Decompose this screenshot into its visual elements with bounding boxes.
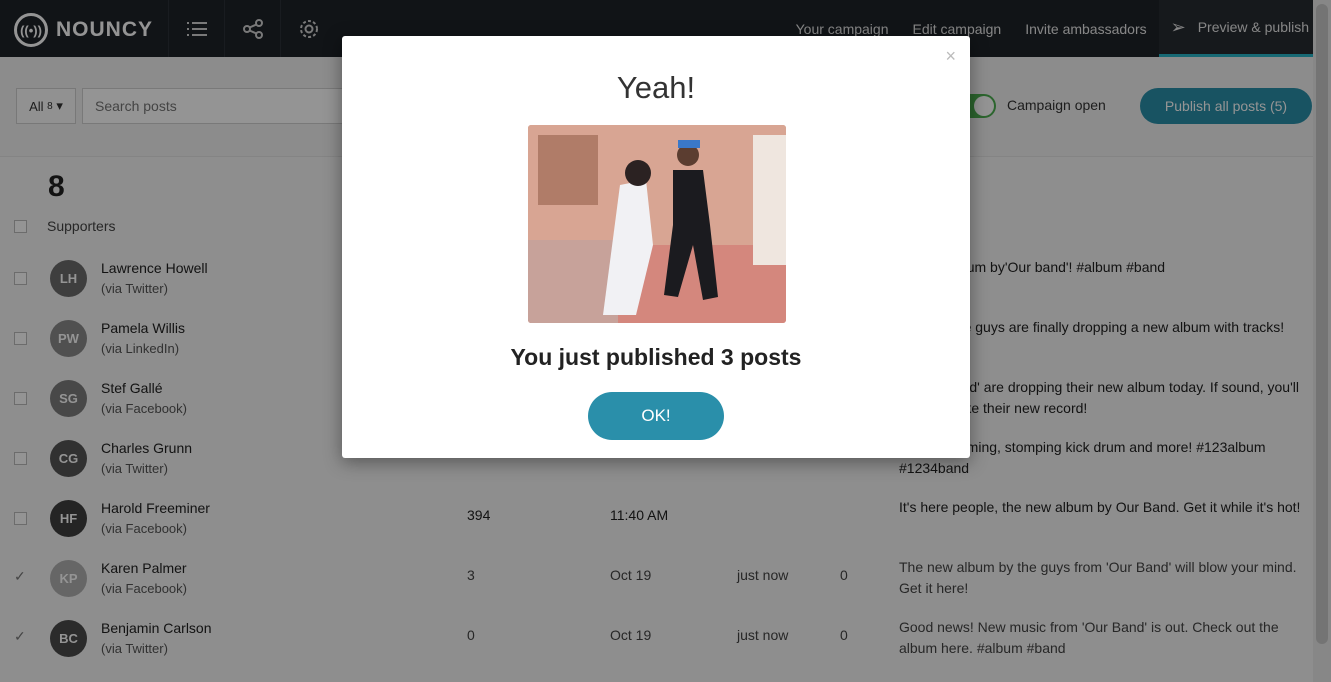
modal-message: You just published 3 posts [510,344,802,370]
app-root: ((•)) NOUNCY Your campaign Edit campaign… [0,0,1331,682]
celebration-image [528,125,786,323]
success-modal: × Yeah! You just published 3 posts OK! [342,36,970,458]
close-icon[interactable]: × [945,46,956,67]
ok-button[interactable]: OK! [588,392,724,440]
modal-title: Yeah! [616,70,696,105]
